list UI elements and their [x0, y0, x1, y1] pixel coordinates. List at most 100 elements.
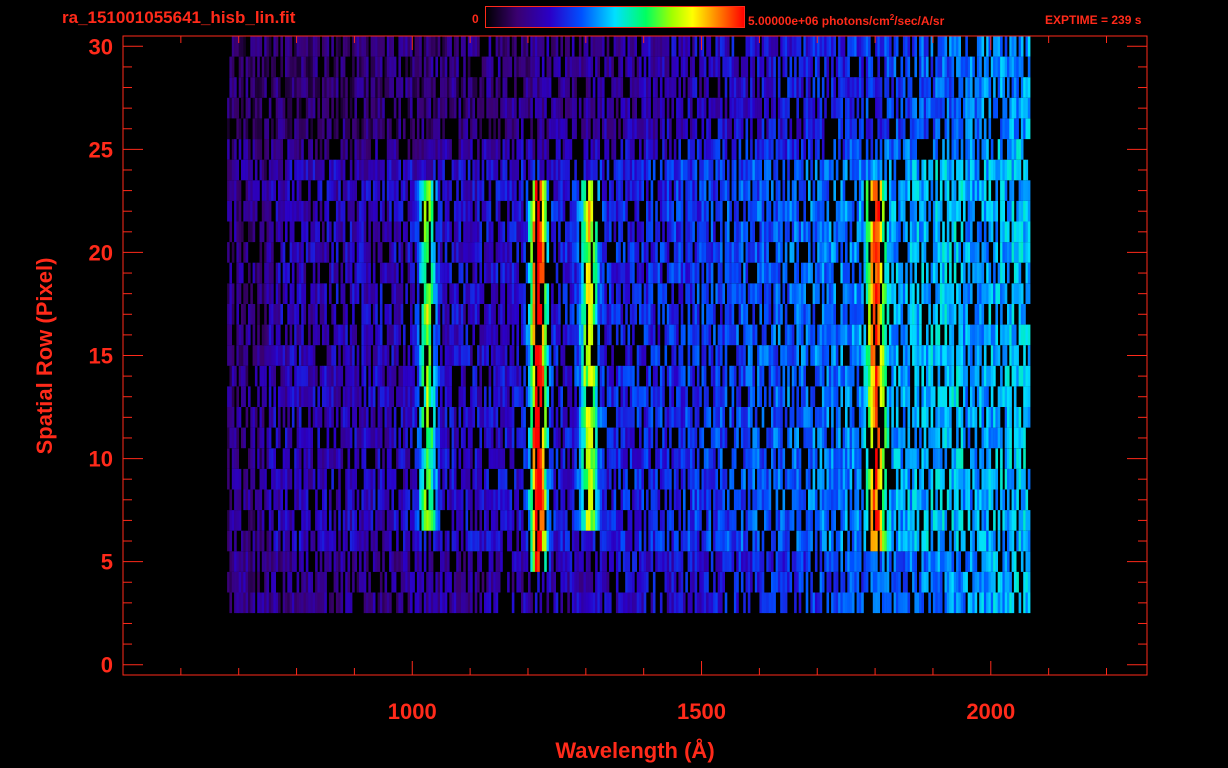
- heatmap-cell: [858, 551, 862, 572]
- heatmap-cell: [803, 365, 806, 387]
- heatmap-cell: [634, 468, 637, 490]
- heatmap-cell: [842, 489, 846, 511]
- heatmap-cell: [444, 448, 448, 469]
- heatmap-cell: [560, 200, 563, 222]
- heatmap-cell: [271, 551, 274, 572]
- heatmap-cell: [833, 283, 836, 304]
- heatmap-cell: [518, 551, 522, 572]
- heatmap-cell: [252, 551, 256, 572]
- heatmap-cell: [264, 283, 267, 304]
- heatmap-cell: [227, 530, 230, 552]
- heatmap-cell: [410, 468, 413, 490]
- heatmap-cell: [405, 510, 408, 531]
- heatmap-cell: [562, 530, 566, 552]
- heatmap-cell: [849, 324, 853, 346]
- heatmap-cell: [618, 365, 621, 387]
- heatmap-cell: [761, 200, 765, 222]
- heatmap-cell: [396, 510, 399, 531]
- heatmap-cell: [382, 200, 385, 222]
- heatmap-cell: [988, 448, 992, 469]
- heatmap-cell: [285, 200, 288, 222]
- heatmap-cell: [826, 571, 830, 593]
- heatmap-cell: [238, 200, 242, 222]
- heatmap-cell: [366, 592, 369, 614]
- heatmap-cell: [423, 448, 427, 469]
- heatmap-cell: [562, 427, 566, 449]
- heatmap-cell: [539, 386, 543, 407]
- heatmap-cell: [282, 242, 286, 263]
- heatmap-cell: [518, 510, 522, 531]
- heatmap-cell: [840, 571, 843, 593]
- heatmap-cell: [717, 551, 721, 572]
- heatmap-cell: [231, 365, 235, 387]
- heatmap-cell: [747, 386, 751, 407]
- heatmap-cell: [870, 221, 874, 243]
- heatmap-cell: [729, 324, 732, 346]
- heatmap-cell: [273, 180, 276, 201]
- heatmap-cell: [636, 262, 640, 284]
- heatmap-cell: [944, 262, 948, 284]
- heatmap-cell: [440, 345, 443, 366]
- heatmap-cell: [921, 468, 924, 490]
- heatmap-cell: [625, 571, 628, 593]
- heatmap-cell: [467, 571, 471, 593]
- heatmap-cell: [724, 221, 728, 243]
- heatmap-cell: [838, 200, 841, 222]
- heatmap-cell: [301, 200, 304, 222]
- heatmap-cell: [1011, 345, 1015, 366]
- heatmap-cell: [303, 571, 307, 593]
- heatmap-cell: [268, 262, 272, 284]
- heatmap-cell: [907, 407, 911, 428]
- heatmap-cell: [495, 283, 499, 304]
- heatmap-cell: [421, 468, 425, 490]
- heatmap-cell: [511, 345, 515, 366]
- heatmap-cell: [396, 530, 399, 552]
- heatmap-cell: [331, 242, 334, 263]
- heatmap-cell: [289, 427, 293, 449]
- heatmap-cell: [463, 448, 466, 469]
- heatmap-cell: [551, 365, 554, 387]
- heatmap-cell: [708, 530, 712, 552]
- heatmap-cell: [652, 592, 656, 614]
- heatmap-cell: [724, 304, 728, 325]
- heatmap-cell: [298, 551, 302, 572]
- heatmap-cell: [544, 386, 547, 407]
- heatmap-cell: [308, 200, 311, 222]
- heatmap-cell: [824, 427, 827, 449]
- heatmap-cell: [534, 592, 538, 614]
- heatmap-cell: [548, 551, 552, 572]
- heatmap-cell: [576, 365, 580, 387]
- heatmap-cell: [701, 551, 705, 572]
- heatmap-cell: [780, 448, 783, 469]
- heatmap-cell: [780, 551, 783, 572]
- heatmap-cell: [784, 345, 788, 366]
- heatmap-cell: [324, 242, 327, 263]
- heatmap-cell: [544, 283, 547, 304]
- heatmap-cell: [849, 571, 853, 593]
- heatmap-cell: [907, 448, 911, 469]
- heatmap-cell: [356, 200, 360, 222]
- heatmap-cell: [544, 551, 547, 572]
- heatmap-cell: [544, 200, 547, 222]
- heatmap-cell: [845, 365, 848, 387]
- heatmap-cell: [291, 386, 295, 407]
- heatmap-cell: [398, 592, 401, 614]
- heatmap-cell: [294, 530, 297, 552]
- heatmap-cell: [872, 304, 876, 325]
- heatmap-cell: [366, 510, 369, 531]
- heatmap-cell: [942, 551, 945, 572]
- heatmap-cell: [671, 551, 674, 572]
- heatmap-cell: [609, 200, 612, 222]
- heatmap-cell: [530, 386, 533, 407]
- heatmap-cell: [821, 283, 825, 304]
- heatmap-cell: [511, 448, 515, 469]
- heatmap-cell: [317, 510, 320, 531]
- heatmap-cell: [264, 571, 267, 593]
- heatmap-cell: [532, 427, 536, 449]
- heatmap-cell: [974, 448, 978, 469]
- heatmap-cell: [338, 551, 341, 572]
- heatmap-cell: [856, 427, 860, 449]
- heatmap-cell: [398, 221, 401, 243]
- heatmap-cell: [442, 489, 445, 511]
- heatmap-cell: [484, 304, 487, 325]
